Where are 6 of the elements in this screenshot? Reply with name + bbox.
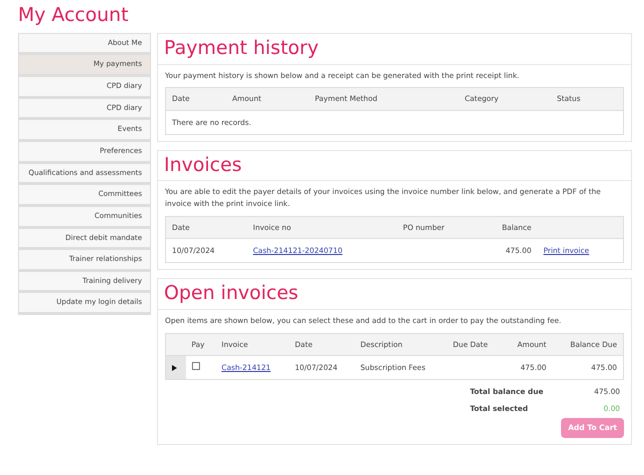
panel-title: Invoices [158, 150, 631, 182]
expand-icon[interactable] [172, 364, 177, 371]
panel-title: Payment history [158, 34, 631, 65]
page-title: My Account [18, 4, 130, 27]
panel-title: Open invoices [158, 279, 631, 310]
checkbox[interactable] [192, 362, 200, 370]
